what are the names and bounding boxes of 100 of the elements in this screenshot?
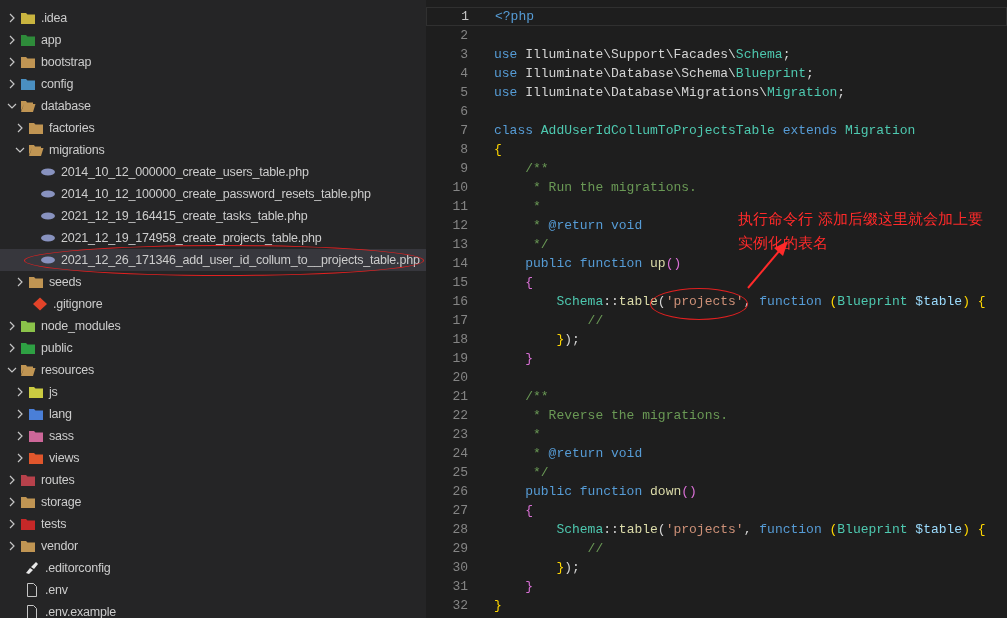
line-number: 31 (451, 579, 468, 594)
tree-item[interactable]: .gitignore (0, 293, 426, 315)
code-line: { (524, 275, 533, 290)
folder-icon (20, 495, 36, 509)
line-number: 2 (459, 28, 468, 43)
line-number: 22 (451, 408, 468, 423)
line-number: 4 (459, 66, 468, 81)
code-line: * Run the migrations. (532, 180, 697, 195)
chevron-icon (15, 123, 25, 133)
code-line: // (586, 541, 604, 556)
line-number: 25 (451, 465, 468, 480)
line-number: 14 (451, 256, 468, 271)
line-number: 16 (451, 294, 468, 309)
tree-item[interactable]: .env (0, 579, 426, 601)
line-number: 21 (451, 389, 468, 404)
file-icon (24, 583, 40, 597)
tree-item[interactable]: 2021_12_19_164415_create_tasks_table.php (0, 205, 426, 227)
chevron-icon (15, 387, 25, 397)
code-line: use Illuminate\Database\Schema\Blueprint; (494, 66, 814, 81)
tree-item[interactable]: seeds (0, 271, 426, 293)
tree-item[interactable]: routes (0, 469, 426, 491)
line-number: 32 (451, 598, 468, 613)
brush-icon (24, 561, 40, 575)
tree-item[interactable]: .editorconfig (0, 557, 426, 579)
tree-item[interactable]: js (0, 381, 426, 403)
line-number: 1 (460, 9, 469, 24)
code-line: { (494, 142, 502, 157)
code-line: // (586, 313, 604, 328)
tree-item[interactable]: app (0, 29, 426, 51)
line-number: 10 (451, 180, 468, 195)
file-icon (24, 605, 40, 618)
folder-icon (20, 77, 36, 91)
folder-icon (20, 517, 36, 531)
chevron-icon (7, 475, 17, 485)
tree-item[interactable]: migrations (0, 139, 426, 161)
code-line: use Illuminate\Database\Migrations\Migration; (494, 85, 846, 100)
chevron-icon (7, 365, 17, 375)
chevron-icon (7, 321, 17, 331)
code-line: /** (524, 161, 549, 176)
chevron-icon (7, 57, 17, 67)
tree-item[interactable]: tests (0, 513, 426, 535)
chevron-icon (7, 541, 17, 551)
code-line: * Reverse the migrations. (532, 408, 729, 423)
tree-item[interactable]: 2014_10_12_000000_create_users_table.php (0, 161, 426, 183)
code-line: <?php (495, 9, 534, 24)
tree-item[interactable]: resources (0, 359, 426, 381)
folder-icon (28, 143, 44, 157)
tree-item[interactable]: .env.example (0, 601, 426, 618)
folder-icon (28, 451, 44, 465)
folder-icon (28, 407, 44, 421)
folder-icon (20, 99, 36, 113)
folder-icon (20, 341, 36, 355)
line-number: 13 (451, 237, 468, 252)
tree-item[interactable]: sass (0, 425, 426, 447)
tree-item[interactable]: config (0, 73, 426, 95)
tree-item[interactable]: database (0, 95, 426, 117)
tree-item[interactable]: node_modules (0, 315, 426, 337)
code-line: Schema::table('projects', function (Blueprint $table) { (555, 522, 986, 537)
line-number: 15 (451, 275, 468, 290)
code-line: */ (532, 465, 549, 480)
folder-icon (20, 363, 36, 377)
line-number: 29 (451, 541, 468, 556)
line-number: 19 (451, 351, 468, 366)
code-line: } (494, 598, 502, 613)
code-line: { (524, 503, 533, 518)
line-number: 17 (451, 313, 468, 328)
line-number: 5 (459, 85, 468, 100)
folder-icon (20, 33, 36, 47)
folder-icon (20, 319, 36, 333)
code-line: }); (555, 332, 580, 347)
line-number: 30 (451, 560, 468, 575)
chevron-icon (7, 343, 17, 353)
tree-item[interactable]: bootstrap (0, 51, 426, 73)
line-number: 20 (451, 370, 468, 385)
chevron-icon (15, 145, 25, 155)
line-number: 9 (459, 161, 468, 176)
chevron-icon (7, 35, 17, 45)
code-line: * @return void (532, 446, 643, 461)
folder-icon (20, 539, 36, 553)
tree-item[interactable]: 2021_12_19_174958_create_projects_table.php (0, 227, 426, 249)
code-line: * (532, 199, 541, 214)
tree-item[interactable]: vendor (0, 535, 426, 557)
line-number: 28 (451, 522, 468, 537)
code-line: public function up() (524, 256, 682, 271)
code-line: } (524, 579, 533, 594)
tree-item[interactable]: 2014_10_12_100000_create_password_resets_table.php (0, 183, 426, 205)
line-number: 24 (451, 446, 468, 461)
chevron-icon (7, 519, 17, 529)
tree-item[interactable]: factories (0, 117, 426, 139)
folder-icon (28, 429, 44, 443)
folder-icon (20, 55, 36, 69)
tree-item[interactable]: views (0, 447, 426, 469)
tree-item[interactable]: .idea (0, 7, 426, 29)
tree-item[interactable]: storage (0, 491, 426, 513)
tree-item[interactable]: public (0, 337, 426, 359)
tree-item[interactable]: lang (0, 403, 426, 425)
chevron-icon (7, 13, 17, 23)
tree-item[interactable]: 2021_12_26_171346_add_user_id_collum_to__projects_table.php (0, 249, 426, 271)
code-line: use Illuminate\Support\Facades\Schema; (494, 47, 791, 62)
chevron-icon (15, 453, 25, 463)
